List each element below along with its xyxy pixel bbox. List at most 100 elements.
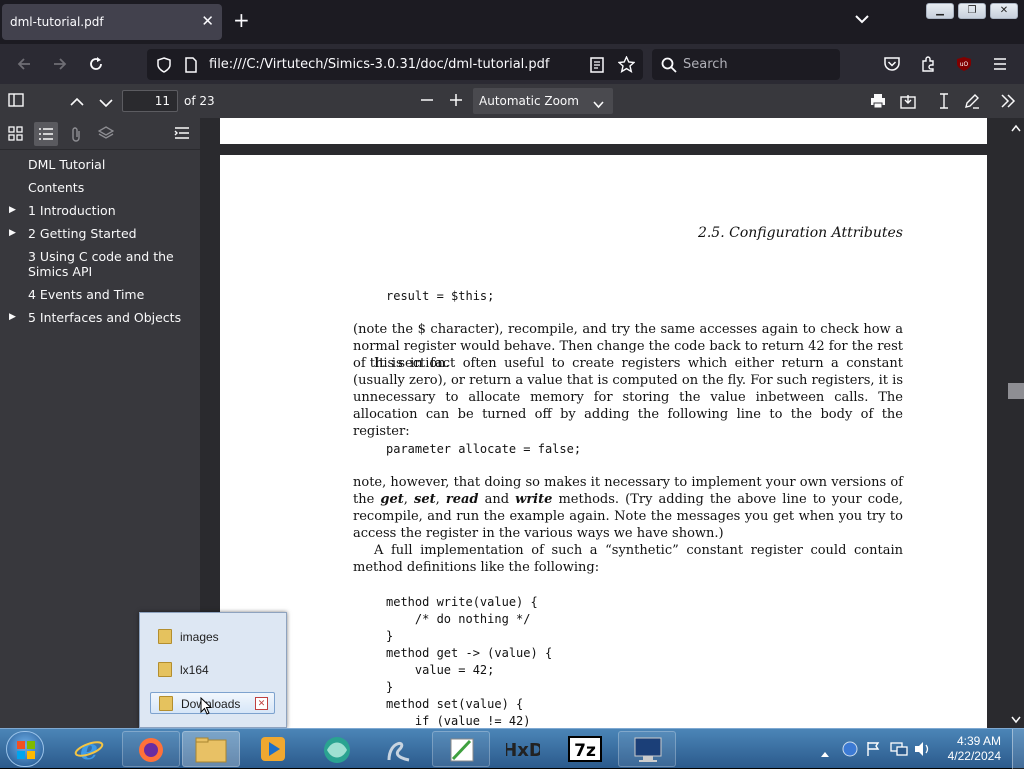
remove-icon[interactable]: ✕ — [255, 697, 268, 710]
jump-list-item-downloads[interactable]: Downloads ✕ — [150, 692, 275, 714]
system-clock[interactable]: 4:39 AM 4/22/2024 — [939, 734, 1001, 764]
list-tabs-icon[interactable] — [855, 12, 869, 28]
7zip-icon[interactable]: 7z — [556, 731, 614, 767]
action-center-flag-icon[interactable] — [866, 741, 882, 761]
outline-item-contents[interactable]: Contents — [28, 180, 84, 195]
paragraph: A full implementation of such a “synthet… — [353, 543, 903, 575]
code-block: parameter allocate = false; — [386, 442, 582, 456]
folder-icon — [158, 629, 172, 644]
show-desktop-button[interactable] — [1012, 729, 1024, 769]
print-icon[interactable] — [870, 93, 886, 112]
pocket-icon[interactable] — [884, 56, 900, 75]
url-text: file:///C:/Virtutech/Simics-3.0.31/doc/d… — [209, 57, 550, 72]
paragraph: It is in fact often useful to create reg… — [353, 356, 903, 439]
tray-app-icon[interactable] — [842, 741, 858, 761]
outline-item-events-and-time[interactable]: 4 Events and Time — [28, 287, 144, 302]
internet-explorer-icon[interactable]: e — [60, 731, 118, 767]
tab-title: dml-tutorial.pdf — [10, 15, 104, 29]
forward-icon[interactable] — [52, 56, 68, 75]
start-button[interactable] — [6, 731, 44, 767]
ublock-icon[interactable]: uO — [956, 56, 972, 75]
outline-item-getting-started[interactable]: 2 Getting Started — [28, 226, 137, 241]
search-bar[interactable]: Search — [652, 49, 840, 80]
outline-item-dml-tutorial[interactable]: DML Tutorial — [28, 157, 105, 172]
zoom-out-icon[interactable] — [420, 93, 434, 110]
svg-text:e: e — [80, 734, 98, 764]
windows-taskbar: e HxD 7z 4:39 AM 4/22/2024 — [0, 728, 1024, 769]
url-bar[interactable]: file:///C:/Virtutech/Simics-3.0.31/doc/d… — [147, 49, 643, 80]
clock-time: 4:39 AM — [956, 734, 1001, 748]
reader-view-icon[interactable] — [590, 57, 604, 76]
sidebar-toggle-icon[interactable] — [8, 93, 24, 110]
scroll-up-icon[interactable] — [1011, 122, 1021, 138]
text-select-icon[interactable] — [938, 93, 950, 112]
outline-icon[interactable] — [34, 122, 58, 146]
expand-icon[interactable]: ▶ — [9, 312, 16, 322]
tools-chevron-icon[interactable] — [1000, 94, 1016, 111]
sidebar-toolbar — [0, 118, 200, 150]
show-hidden-icons-icon[interactable] — [820, 743, 830, 762]
app-icon[interactable] — [370, 731, 428, 767]
back-icon[interactable] — [16, 56, 32, 75]
chevron-down-icon — [593, 96, 604, 112]
zoom-select[interactable]: Automatic Zoom — [473, 88, 613, 114]
svg-text:uO: uO — [960, 61, 969, 68]
jump-list-item-images[interactable]: images — [150, 626, 275, 648]
app-icon[interactable] — [432, 731, 490, 767]
network-icon[interactable] — [890, 741, 908, 761]
minimize-button[interactable]: ▁ — [926, 3, 954, 19]
restore-button[interactable]: ❐ — [958, 3, 986, 19]
layers-icon[interactable] — [97, 126, 115, 143]
previous-page-icon[interactable] — [70, 94, 84, 110]
outline-item-using-c-code[interactable]: 3 Using C code and the Simics API — [28, 249, 188, 279]
extensions-icon[interactable] — [920, 56, 936, 75]
folder-icon — [158, 662, 172, 677]
code-line: method set(value) { — [386, 697, 524, 711]
folder-icon — [159, 696, 173, 711]
text: methods. (Try adding the above line to y… — [353, 492, 904, 541]
menu-icon[interactable] — [992, 56, 1008, 75]
firefox-icon[interactable] — [122, 731, 180, 767]
current-outline-item-icon[interactable] — [174, 126, 190, 144]
expand-icon[interactable]: ▶ — [9, 228, 16, 238]
pdf-viewer[interactable]: 2.5. Configuration Attributes result = $… — [200, 118, 1024, 728]
attachments-icon[interactable] — [70, 126, 82, 145]
bookmark-star-icon[interactable] — [617, 55, 636, 76]
volume-icon[interactable] — [914, 741, 932, 761]
draw-icon[interactable] — [964, 93, 980, 112]
vertical-scrollbar[interactable] — [1008, 118, 1024, 728]
code-line: } — [386, 629, 394, 643]
tab-active[interactable]: dml-tutorial.pdf ✕ — [2, 4, 222, 40]
new-tab-icon[interactable]: + — [233, 10, 250, 30]
outline-item-introduction[interactable]: 1 Introduction — [28, 203, 116, 218]
page-icon[interactable] — [185, 57, 197, 76]
code-line: } — [386, 680, 394, 694]
jump-list-item-lx164[interactable]: lx164 — [150, 659, 275, 681]
method-name: read — [445, 492, 479, 507]
zoom-in-icon[interactable] — [449, 93, 463, 110]
section-header: 2.5. Configuration Attributes — [697, 225, 903, 241]
code-block: result = $this; — [386, 289, 495, 303]
code-line: /* do nothing */ — [386, 612, 531, 626]
clock-date: 4/22/2024 — [947, 749, 1001, 763]
expand-icon[interactable]: ▶ — [9, 205, 16, 215]
app-icon[interactable] — [308, 731, 366, 767]
save-icon[interactable] — [900, 93, 916, 112]
shield-icon[interactable] — [157, 57, 171, 76]
file-explorer-icon[interactable] — [182, 731, 240, 767]
close-window-button[interactable]: ✕ — [990, 3, 1018, 19]
scrollbar-thumb[interactable] — [1008, 383, 1024, 399]
close-tab-icon[interactable]: ✕ — [201, 12, 214, 30]
method-name: set — [414, 492, 436, 507]
hxd-icon[interactable]: HxD — [494, 731, 552, 767]
code-line: if (value != 42) — [386, 714, 531, 728]
media-player-icon[interactable] — [244, 731, 302, 767]
thumbnails-icon[interactable] — [8, 126, 23, 144]
outline-item-interfaces-and-objects[interactable]: 5 Interfaces and Objects — [28, 310, 181, 325]
navigation-bar: file:///C:/Virtutech/Simics-3.0.31/doc/d… — [0, 44, 1024, 84]
pdf-page: 2.5. Configuration Attributes result = $… — [220, 155, 987, 728]
reload-icon[interactable] — [88, 56, 104, 75]
page-number-input[interactable]: 11 — [122, 90, 178, 112]
next-page-icon[interactable] — [99, 95, 113, 111]
simics-icon[interactable] — [618, 731, 676, 767]
